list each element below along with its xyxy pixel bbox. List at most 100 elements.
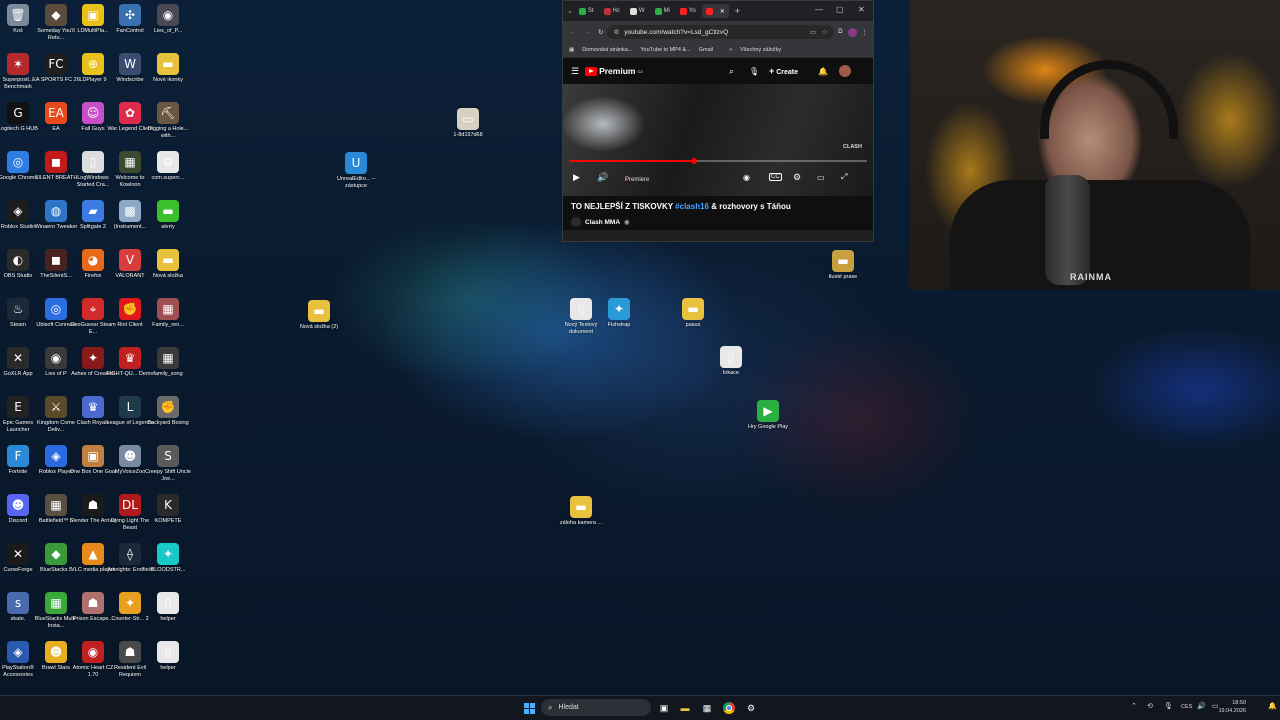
account-avatar[interactable] bbox=[839, 65, 851, 77]
network-tray-icon[interactable]: ⟲ bbox=[1147, 702, 1153, 710]
bookmark-gmail[interactable]: Gmail bbox=[699, 47, 713, 53]
bookmark-all-bookmarks[interactable]: Všechny záložky bbox=[740, 47, 781, 53]
store-icon[interactable]: ▦ bbox=[699, 700, 715, 716]
desktop-icon-nova-slozka[interactable]: ▬ Nová složka bbox=[144, 249, 192, 295]
profile-avatar[interactable] bbox=[847, 27, 857, 37]
nova-slozka-2-icon: ▬ bbox=[308, 300, 330, 322]
maximize-icon[interactable]: ▢ bbox=[836, 5, 844, 14]
hamburger-menu-icon[interactable]: ☰ bbox=[571, 66, 579, 77]
tray-overflow-icon[interactable]: ⌃ bbox=[1131, 702, 1137, 710]
video-title-text-end: & rozhovory s Táňou bbox=[708, 202, 791, 211]
lokace-icon: ▯ bbox=[720, 346, 742, 368]
fullscreen-icon[interactable]: ⤢ bbox=[841, 172, 847, 182]
browser-tab[interactable]: Yo bbox=[676, 4, 700, 18]
desktop-icon-digging-a-hole-with[interactable]: ⛏ Digging a Hole... with... bbox=[144, 102, 192, 148]
desktop-icon-helper[interactable]: ▯ helper bbox=[144, 641, 192, 687]
browser-tab[interactable]: Hc bbox=[600, 4, 624, 18]
plus-icon: + bbox=[769, 66, 775, 76]
language-indicator[interactable]: CES bbox=[1181, 704, 1192, 710]
desktop-icon-fishstrap[interactable]: ✦ Fishstrap bbox=[595, 298, 643, 344]
ldplayer-9-icon: ⊕ bbox=[82, 53, 104, 75]
taskbar-search[interactable]: ⌕ Hledat bbox=[541, 699, 651, 716]
browser-tab[interactable]: ✕ bbox=[701, 4, 729, 18]
browser-menu-icon[interactable]: ⋮ bbox=[862, 28, 869, 36]
desktop-icon-zaloha-kamera[interactable]: ▬ záloha kamera ... bbox=[557, 496, 605, 542]
bookmark-overflow[interactable]: » bbox=[729, 47, 732, 53]
captions-icon[interactable]: CC bbox=[769, 173, 782, 181]
youtube-logo[interactable]: Premium CZ bbox=[585, 66, 643, 76]
video-title-hashtag[interactable]: #clash16 bbox=[675, 202, 709, 211]
desktop-icon-label: Fishstrap bbox=[607, 322, 631, 328]
desktop-icon-lies-of-p[interactable]: ◉ Lies_of_P... bbox=[144, 4, 192, 50]
desktop-icon-lokace[interactable]: ▯ lokace bbox=[707, 346, 755, 392]
settings-taskbar-icon[interactable]: ⚙ bbox=[743, 700, 759, 716]
browser-tab[interactable]: Mi bbox=[651, 4, 674, 18]
desktop-icon-helper[interactable]: ▯ helper bbox=[144, 592, 192, 638]
browser-tab[interactable]: W bbox=[626, 4, 649, 18]
volume-icon[interactable]: 🔊 bbox=[597, 172, 608, 183]
desktop-icon-pasus[interactable]: ▬ pasus bbox=[669, 298, 717, 344]
channel-name[interactable]: Clash MMA bbox=[585, 219, 620, 226]
desktop-icon-backyard-boxing[interactable]: ✊ Backyard Boxing bbox=[144, 396, 192, 442]
chrome-taskbar-icon[interactable] bbox=[721, 700, 737, 716]
create-button[interactable]: + Create bbox=[769, 66, 798, 76]
start-windows-icon[interactable] bbox=[521, 700, 537, 716]
clock[interactable]: 18:50 19.04.2026 bbox=[1218, 699, 1246, 715]
settings-gear-icon[interactable]: ⚙ bbox=[793, 172, 801, 183]
bookmark-star-icon[interactable]: ☆ bbox=[822, 28, 828, 36]
new-tab-button[interactable]: + bbox=[735, 6, 740, 16]
desktop-icon-unrealedito-zastupce[interactable]: U UnrealEdito... – zástupce bbox=[332, 152, 380, 198]
unrealedito-zastupce-icon: U bbox=[345, 152, 367, 174]
browser-tab[interactable]: St bbox=[575, 4, 598, 18]
address-bar[interactable]: ⚙ youtube.com/watch?v=Lsd_gCtlzvQ ▭ ☆ bbox=[607, 25, 834, 39]
desktop-icon-nove-ikonky[interactable]: ▬ Nové ikonky bbox=[144, 53, 192, 99]
1-8d197d68-icon: ▭ bbox=[457, 108, 479, 130]
desktop-icon-family-song[interactable]: ▦ family_song bbox=[144, 347, 192, 393]
autoplay-toggle-icon[interactable]: ◉ bbox=[743, 173, 750, 182]
video-player[interactable]: CLASH ▶ 🔊 • Premiere ◉ CC ⚙ ▭ ⤢ bbox=[563, 84, 873, 196]
desktop-icon-creepy-shift-uncle-joe[interactable]: S Creepy Shift Uncle Joe... bbox=[144, 445, 192, 491]
desktop-icon-bloodstr[interactable]: ✦ BLOODSTR... bbox=[144, 543, 192, 589]
desktop-icon-hry-google-play[interactable]: ▶ Hry Google Play bbox=[744, 400, 792, 446]
desktop-icon-alerty[interactable]: ▬ alerty bbox=[144, 200, 192, 246]
extensions-icon[interactable]: ⧉ bbox=[838, 28, 843, 36]
site-info-icon[interactable]: ⚙ bbox=[613, 28, 619, 36]
notifications-icon[interactable]: 🔔 bbox=[818, 67, 828, 76]
desktop-icon-family-ren[interactable]: ▦ Family_ren... bbox=[144, 298, 192, 344]
clash-royale-icon: ♛ bbox=[82, 396, 104, 418]
play-icon[interactable]: ▶ bbox=[573, 172, 580, 183]
kos-icon: 🗑 bbox=[7, 4, 29, 26]
file-explorer-icon[interactable]: ▬ bbox=[677, 700, 693, 716]
video-progress-bar[interactable] bbox=[569, 158, 867, 164]
voice-search-icon[interactable]: 🎙 bbox=[749, 67, 759, 76]
desktop-icon-1-8d197d68[interactable]: ▭ 1-8d197d68 bbox=[444, 108, 492, 154]
steam-icon: ♨ bbox=[7, 298, 29, 320]
minimize-icon[interactable]: — bbox=[815, 5, 823, 14]
bookmark-youtube-to-mp4[interactable]: YouTube to MP4 &... bbox=[640, 47, 690, 53]
close-window-icon[interactable]: ✕ bbox=[858, 5, 865, 14]
desktop-icon-com-superc[interactable]: ⚙ com.superc... bbox=[144, 151, 192, 197]
close-tab-icon[interactable]: ✕ bbox=[720, 8, 725, 15]
video-progress-knob[interactable] bbox=[691, 158, 698, 164]
theater-mode-icon[interactable]: ▭ bbox=[817, 173, 825, 182]
create-button-label: Create bbox=[776, 69, 799, 76]
task-view-icon[interactable]: ▣ bbox=[656, 700, 672, 716]
firefox-icon: ◕ bbox=[82, 249, 104, 271]
desktop-icon-kompete[interactable]: K KOMPETE bbox=[144, 494, 192, 540]
channel-avatar[interactable] bbox=[571, 217, 581, 227]
notification-bell-icon[interactable]: 🔔 bbox=[1268, 702, 1277, 710]
install-icon[interactable]: ▭ bbox=[810, 28, 816, 36]
forward-icon[interactable]: → bbox=[584, 29, 591, 36]
reload-icon[interactable]: ↻ bbox=[598, 28, 603, 36]
apps-icon[interactable]: ▦ bbox=[569, 47, 574, 53]
mic-tray-icon[interactable]: 🎙 bbox=[1164, 702, 1173, 710]
volume-tray-icon[interactable]: 🔊 bbox=[1197, 702, 1206, 710]
browser-window[interactable]: ⌄ St Hc W Mi Yo ✕ + — ▢ ✕ ← → ↻ ⚙ youtube.com… bbox=[562, 0, 874, 242]
desktop-icon-tluste-prase[interactable]: ▬ tlusté prase bbox=[819, 250, 867, 296]
search-icon[interactable]: ⌕ bbox=[729, 66, 734, 77]
back-icon[interactable]: ← bbox=[569, 29, 576, 36]
desktop-icon-nova-slozka-2[interactable]: ▬ Nová složka (2) bbox=[295, 300, 343, 346]
bookmark-home[interactable]: Domovská stránka... bbox=[582, 47, 632, 53]
skate-icon: s bbox=[7, 592, 29, 614]
pasus-icon: ▬ bbox=[682, 298, 704, 320]
